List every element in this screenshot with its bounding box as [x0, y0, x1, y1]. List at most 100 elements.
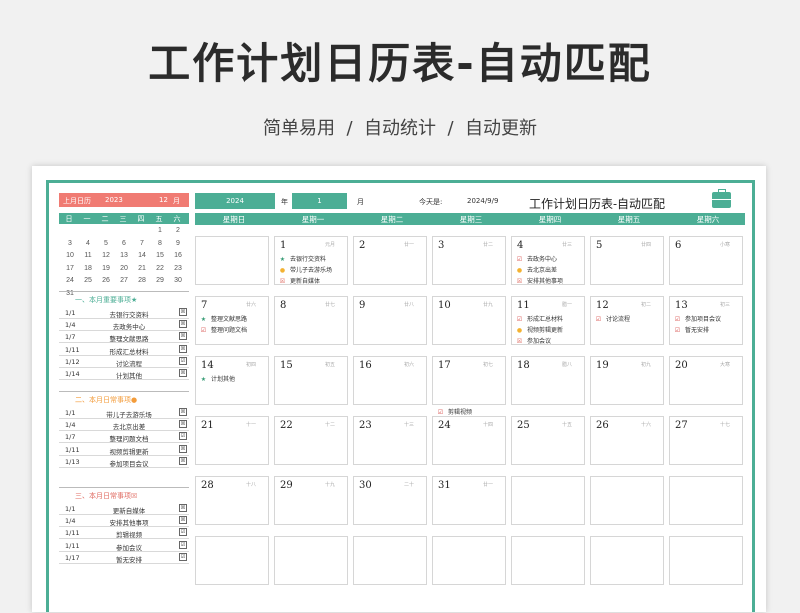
day-cell[interactable]: 7 廿六 ★ 整理文献思路 ☑ 整理问题文档 — [195, 296, 269, 345]
day-cell[interactable]: 26 十六 — [590, 416, 664, 465]
month-selector[interactable]: 1 — [292, 193, 347, 209]
day-cell[interactable]: 13 初三 ☑ 参加项目会议 ☑ 暂无安排 — [669, 296, 743, 345]
task-row[interactable]: 1/13 参加项目会议 ☒ — [59, 456, 189, 468]
task-row[interactable]: 1/7 整理文献思路 ☒ — [59, 331, 189, 344]
task-row[interactable]: 1/1 带儿子去游乐场 ☒ — [59, 407, 189, 419]
mini-calendar-day[interactable]: 28 — [133, 277, 151, 284]
day-cell[interactable]: 12 初二 ☑ 讨论流程 — [590, 296, 664, 345]
mini-calendar-day[interactable]: 30 — [169, 277, 187, 284]
day-cell[interactable]: 4 廿三 ☑ 去政务中心 ● 去北京出差 ☒ 安排其他事项 — [511, 236, 585, 285]
day-event[interactable]: ● 视频剪辑更新 — [516, 325, 563, 334]
day-event[interactable]: ★ 整理文献思路 — [200, 314, 247, 323]
mini-calendar-day[interactable]: 24 — [61, 277, 79, 284]
task-row[interactable]: 1/11 参加会议 ☑ — [59, 540, 189, 552]
day-cell[interactable] — [195, 536, 269, 585]
day-cell[interactable] — [511, 476, 585, 525]
mini-calendar-day[interactable]: 19 — [97, 265, 115, 272]
task-checkbox[interactable]: ☑ — [179, 540, 187, 549]
day-cell[interactable]: 3 廿二 — [432, 236, 506, 285]
day-cell[interactable]: 5 廿四 — [590, 236, 664, 285]
day-cell[interactable]: 22 十二 — [274, 416, 348, 465]
task-row[interactable]: 1/11 视频剪辑更新 ☒ — [59, 444, 189, 456]
mini-calendar-day[interactable]: 18 — [79, 265, 97, 272]
day-cell[interactable] — [353, 536, 427, 585]
day-cell[interactable]: 8 廿七 — [274, 296, 348, 345]
mini-calendar-day[interactable]: 4 — [79, 240, 97, 247]
day-cell[interactable]: 24 十四 — [432, 416, 506, 465]
day-event[interactable]: ☑ 参加项目会议 — [674, 314, 721, 323]
mini-calendar-day[interactable]: 11 — [79, 252, 97, 259]
task-checkbox[interactable]: ☒ — [179, 420, 187, 429]
day-cell[interactable]: 1 元月 ★ 去银行交资料 ● 带儿子去游乐场 ☒ 更新自媒体 — [274, 236, 348, 285]
task-row[interactable]: 1/1 更新自媒体 ☒ — [59, 503, 189, 515]
mini-calendar-day[interactable]: 27 — [115, 277, 133, 284]
day-event[interactable]: ☒ 安排其他事项 — [516, 276, 563, 285]
mini-calendar-month[interactable]: 12 — [159, 196, 168, 204]
task-row[interactable]: 1/11 形成汇总材料 ☒ — [59, 344, 189, 356]
day-event[interactable]: ● 带儿子去游乐场 — [279, 265, 332, 274]
mini-calendar-day[interactable]: 17 — [61, 265, 79, 272]
mini-calendar-day[interactable]: 1 — [151, 227, 169, 234]
day-cell[interactable] — [511, 536, 585, 585]
day-cell[interactable]: 14 初四 ★ 计划其他 — [195, 356, 269, 405]
day-cell[interactable] — [669, 536, 743, 585]
task-checkbox[interactable]: ☒ — [179, 308, 187, 316]
mini-calendar-day[interactable]: 15 — [151, 252, 169, 259]
mini-calendar-day[interactable]: 6 — [115, 240, 133, 247]
day-cell[interactable]: 15 初五 — [274, 356, 348, 405]
mini-calendar-day[interactable]: 10 — [61, 252, 79, 259]
mini-calendar-day[interactable]: 23 — [169, 265, 187, 272]
task-checkbox[interactable]: ☒ — [179, 320, 187, 329]
task-checkbox[interactable]: ☑ — [179, 432, 187, 441]
day-event[interactable]: ☒ 更新自媒体 — [279, 276, 320, 285]
task-checkbox[interactable]: ☒ — [179, 456, 187, 465]
mini-calendar-day[interactable]: 29 — [151, 277, 169, 284]
day-event[interactable]: ★ 计划其他 — [200, 374, 235, 383]
task-row[interactable]: 1/4 去政务中心 ☒ — [59, 319, 189, 332]
day-cell[interactable]: 6 小寒 — [669, 236, 743, 285]
task-checkbox[interactable]: ☒ — [179, 516, 187, 525]
day-cell[interactable] — [590, 476, 664, 525]
day-cell[interactable]: 18 腊八 — [511, 356, 585, 405]
mini-calendar-day[interactable]: 25 — [79, 277, 97, 284]
task-checkbox[interactable]: ☑ — [179, 552, 187, 561]
task-row[interactable]: 1/12 讨论流程 ☑ — [59, 356, 189, 368]
mini-calendar-day[interactable]: 8 — [151, 240, 169, 247]
task-checkbox[interactable]: ☑ — [179, 528, 187, 537]
day-event[interactable]: ★ 去银行交资料 — [279, 254, 326, 263]
mini-calendar-day[interactable]: 26 — [97, 277, 115, 284]
mini-calendar-day[interactable]: 14 — [133, 252, 151, 259]
mini-calendar-year[interactable]: 2023 — [105, 196, 123, 204]
day-event[interactable]: ● 去北京出差 — [516, 265, 557, 274]
task-row[interactable]: 1/11 剪辑视频 ☑ — [59, 527, 189, 540]
day-event[interactable]: ☑ 形成汇总材料 — [516, 314, 563, 323]
day-cell[interactable]: 16 初六 — [353, 356, 427, 405]
day-cell[interactable] — [274, 536, 348, 585]
mini-calendar-day[interactable]: 5 — [97, 240, 115, 247]
day-event[interactable]: ☑ 剪辑视频 — [437, 407, 472, 416]
day-cell[interactable]: 23 十三 — [353, 416, 427, 465]
day-cell[interactable] — [590, 536, 664, 585]
day-cell[interactable]: 2 廿一 — [353, 236, 427, 285]
day-event[interactable]: ☑ 整理问题文档 — [200, 325, 247, 334]
task-row[interactable]: 1/17 暂无安排 ☑ — [59, 552, 189, 564]
day-cell[interactable]: 9 廿八 — [353, 296, 427, 345]
task-checkbox[interactable]: ☑ — [179, 356, 187, 365]
day-cell[interactable]: 11 腊一 ☑ 形成汇总材料 ● 视频剪辑更新 ☒ 参加会议 — [511, 296, 585, 345]
day-event[interactable]: ☒ 参加会议 — [516, 336, 551, 345]
task-checkbox[interactable]: ☒ — [179, 408, 187, 416]
mini-calendar-day[interactable]: 16 — [169, 252, 187, 259]
task-row[interactable]: 1/1 去银行交资料 ☒ — [59, 307, 189, 319]
task-row[interactable]: 1/7 整理问题文档 ☑ — [59, 431, 189, 444]
day-cell[interactable] — [669, 476, 743, 525]
task-checkbox[interactable]: ☒ — [179, 332, 187, 341]
task-checkbox[interactable]: ☒ — [179, 444, 187, 453]
year-selector[interactable]: 2024 — [195, 193, 275, 209]
day-cell[interactable] — [195, 236, 269, 285]
day-cell[interactable]: 10 廿九 — [432, 296, 506, 345]
task-checkbox[interactable]: ☒ — [179, 344, 187, 353]
task-row[interactable]: 1/4 安排其他事项 ☒ — [59, 515, 189, 528]
mini-calendar-day[interactable]: 13 — [115, 252, 133, 259]
mini-calendar-day[interactable]: 7 — [133, 240, 151, 247]
day-cell[interactable]: 21 十一 — [195, 416, 269, 465]
